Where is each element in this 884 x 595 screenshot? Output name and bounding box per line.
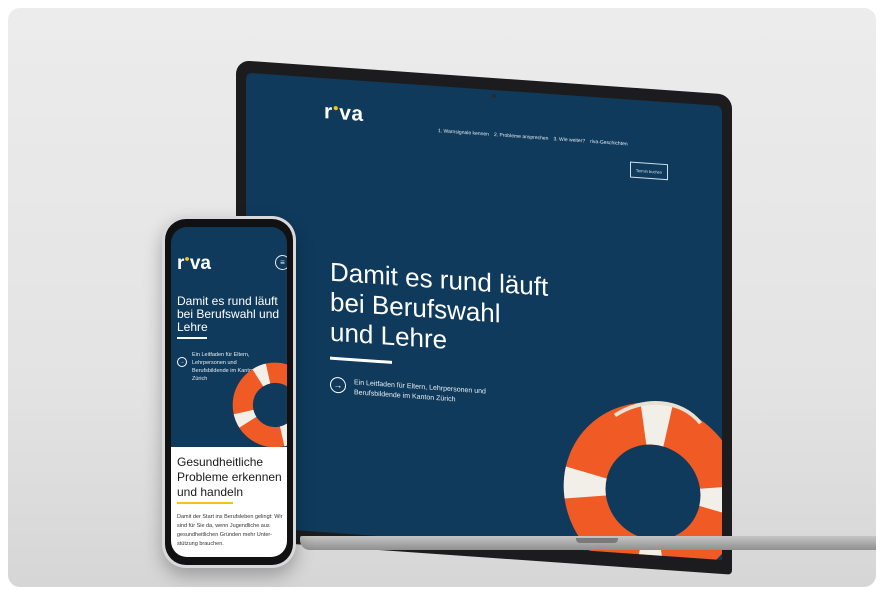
phone-hero-title: Damit es rund läuft bei Berufswahl und L… [177, 294, 280, 334]
background: r●va 1. Warnsignale kennen 2. Probleme a… [8, 8, 876, 587]
camera-icon [492, 93, 496, 99]
laptop-screen: r●va 1. Warnsignale kennen 2. Probleme a… [246, 72, 722, 560]
nav-item-warnsignale[interactable]: 1. Warnsignale kennen [438, 128, 489, 138]
laptop: r●va 1. Warnsignale kennen 2. Probleme a… [236, 60, 732, 575]
arrow-right-icon[interactable]: → [177, 357, 187, 367]
phone-screen: r●va ≡ Damit es rund läuft bei Berufswah… [171, 227, 287, 557]
menu-icon[interactable]: ≡ [275, 255, 287, 270]
lifebuoy-icon [232, 362, 287, 448]
main-nav: 1. Warnsignale kennen 2. Probleme anspre… [438, 128, 628, 147]
phone: r●va ≡ Damit es rund läuft bei Berufswah… [162, 216, 296, 568]
phone-logo[interactable]: r●va [177, 253, 211, 275]
laptop-notch [576, 538, 618, 543]
nav-item-probleme[interactable]: 2. Probleme ansprechen [494, 132, 548, 142]
nav-item-wie-weiter[interactable]: 3. Wie weiter? [553, 136, 585, 144]
info-card: Gesundheitliche Probleme erkennen und ha… [171, 447, 287, 557]
termin-button[interactable]: Termin buchen [630, 161, 668, 181]
hero-title: Damit es rund läuft bei Berufswahl und L… [330, 256, 549, 355]
lifebuoy-icon [563, 401, 722, 560]
card-underline [177, 502, 233, 504]
nav-item-geschichten[interactable]: riva-Geschichten [590, 139, 628, 148]
phone-frame: r●va ≡ Damit es rund läuft bei Berufswah… [165, 219, 293, 565]
card-text: Damit der Start ins Berufsleben gelingt:… [177, 514, 283, 547]
hero-underline [330, 356, 392, 364]
arrow-right-icon[interactable]: → [330, 376, 346, 394]
card-title: Gesundheitliche Probleme erkennen und ha… [177, 455, 282, 499]
logo[interactable]: r●va [324, 100, 364, 127]
hero-cta[interactable]: → Ein Leitfaden für Eltern, Lehrpersonen… [330, 376, 514, 410]
phone-hero-underline [177, 337, 207, 339]
hero-cta-text[interactable]: Ein Leitfaden für Eltern, Lehrpersonen u… [354, 378, 514, 409]
